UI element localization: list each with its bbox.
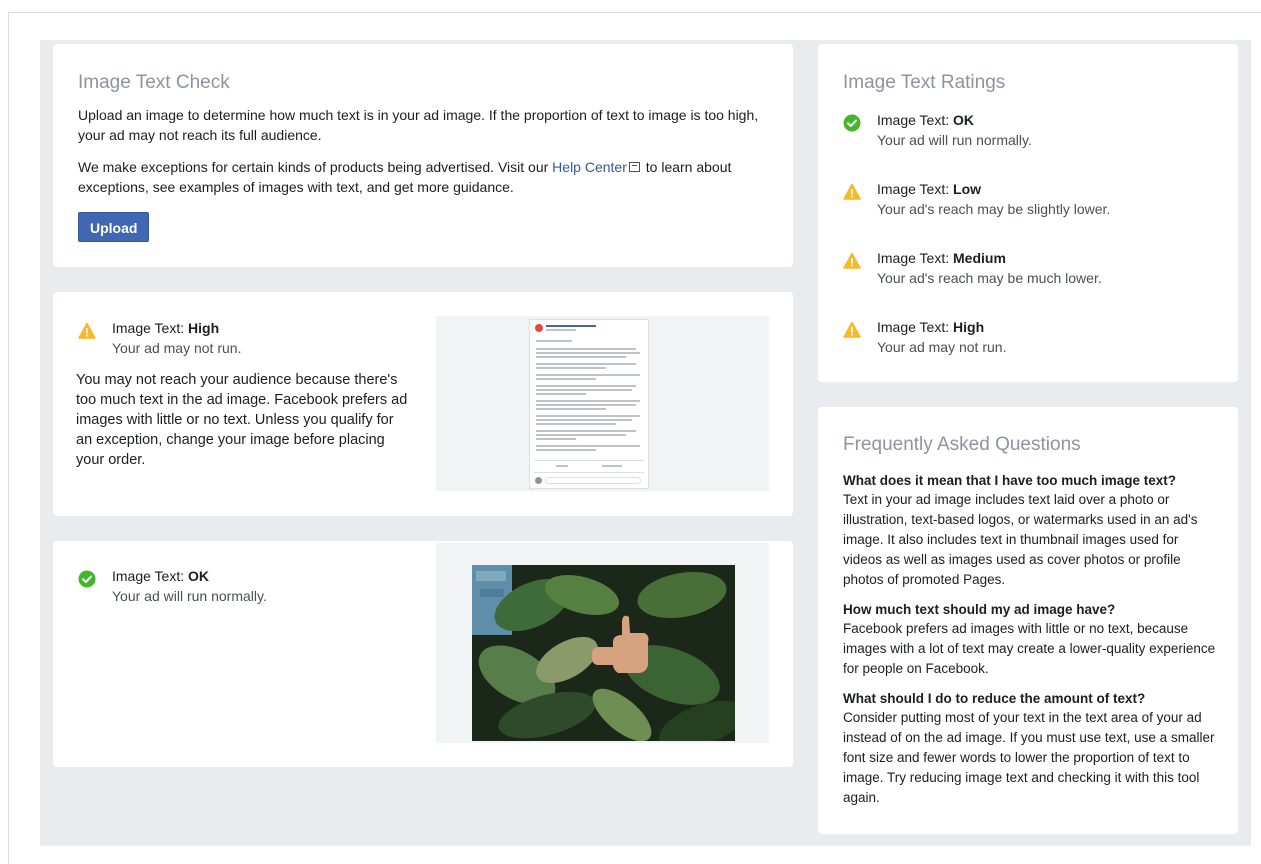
plant-thumbs-up-photo [472, 565, 735, 741]
faq-title: Frequently Asked Questions [843, 434, 1081, 455]
warning-icon [78, 322, 96, 339]
faq-question: What does it mean that I have too much i… [843, 473, 1177, 488]
faq-question: What should I do to reduce the amount of… [843, 691, 1146, 706]
faq-answer: Consider putting most of your text in th… [843, 710, 1215, 805]
result-high-label: Image Text: High [112, 320, 220, 336]
result-ok-card: Image Text: OK Your ad will run normally… [53, 541, 793, 767]
intro-text: Upload an image to determine how much te… [78, 107, 759, 143]
result-high-card: Image Text: High Your ad may not run. Yo… [53, 292, 793, 516]
check-circle-icon [78, 570, 96, 588]
faq-card: Frequently Asked Questions What does it … [818, 407, 1238, 834]
ratings-title: Image Text Ratings [843, 72, 1006, 93]
result-ok-desc: Your ad will run normally. [112, 588, 267, 604]
result-high-explanation: You may not reach your audience because … [76, 372, 408, 468]
image-text-check-card: Image Text Check Upload an image to dete… [53, 44, 793, 267]
external-link-icon [628, 162, 640, 172]
faq-answer: Text in your ad image includes text laid… [843, 492, 1198, 587]
upload-button[interactable]: Upload [78, 212, 150, 242]
warning-icon [843, 321, 861, 338]
help-center-link[interactable]: Help Center [552, 159, 627, 175]
warning-icon [843, 252, 861, 269]
ad-preview-thumbnail [436, 316, 769, 491]
faq-question: How much text should my ad image have? [843, 602, 1116, 617]
warning-icon [843, 183, 861, 200]
faq-answer: Facebook prefers ad images with little o… [843, 621, 1216, 676]
result-ok-label: Image Text: OK [112, 568, 210, 584]
ad-photo-thumbnail [436, 543, 769, 743]
image-text-ratings-card: Image Text Ratings Image Text: OK Your a… [818, 44, 1238, 382]
check-circle-icon [843, 114, 861, 132]
photo-graphic [472, 565, 735, 741]
exceptions-text: We make exceptions for certain kinds of … [78, 159, 732, 195]
ad-post-mockup [529, 319, 649, 489]
image-text-check-title: Image Text Check [78, 72, 230, 93]
result-high-desc: Your ad may not run. [112, 340, 242, 356]
